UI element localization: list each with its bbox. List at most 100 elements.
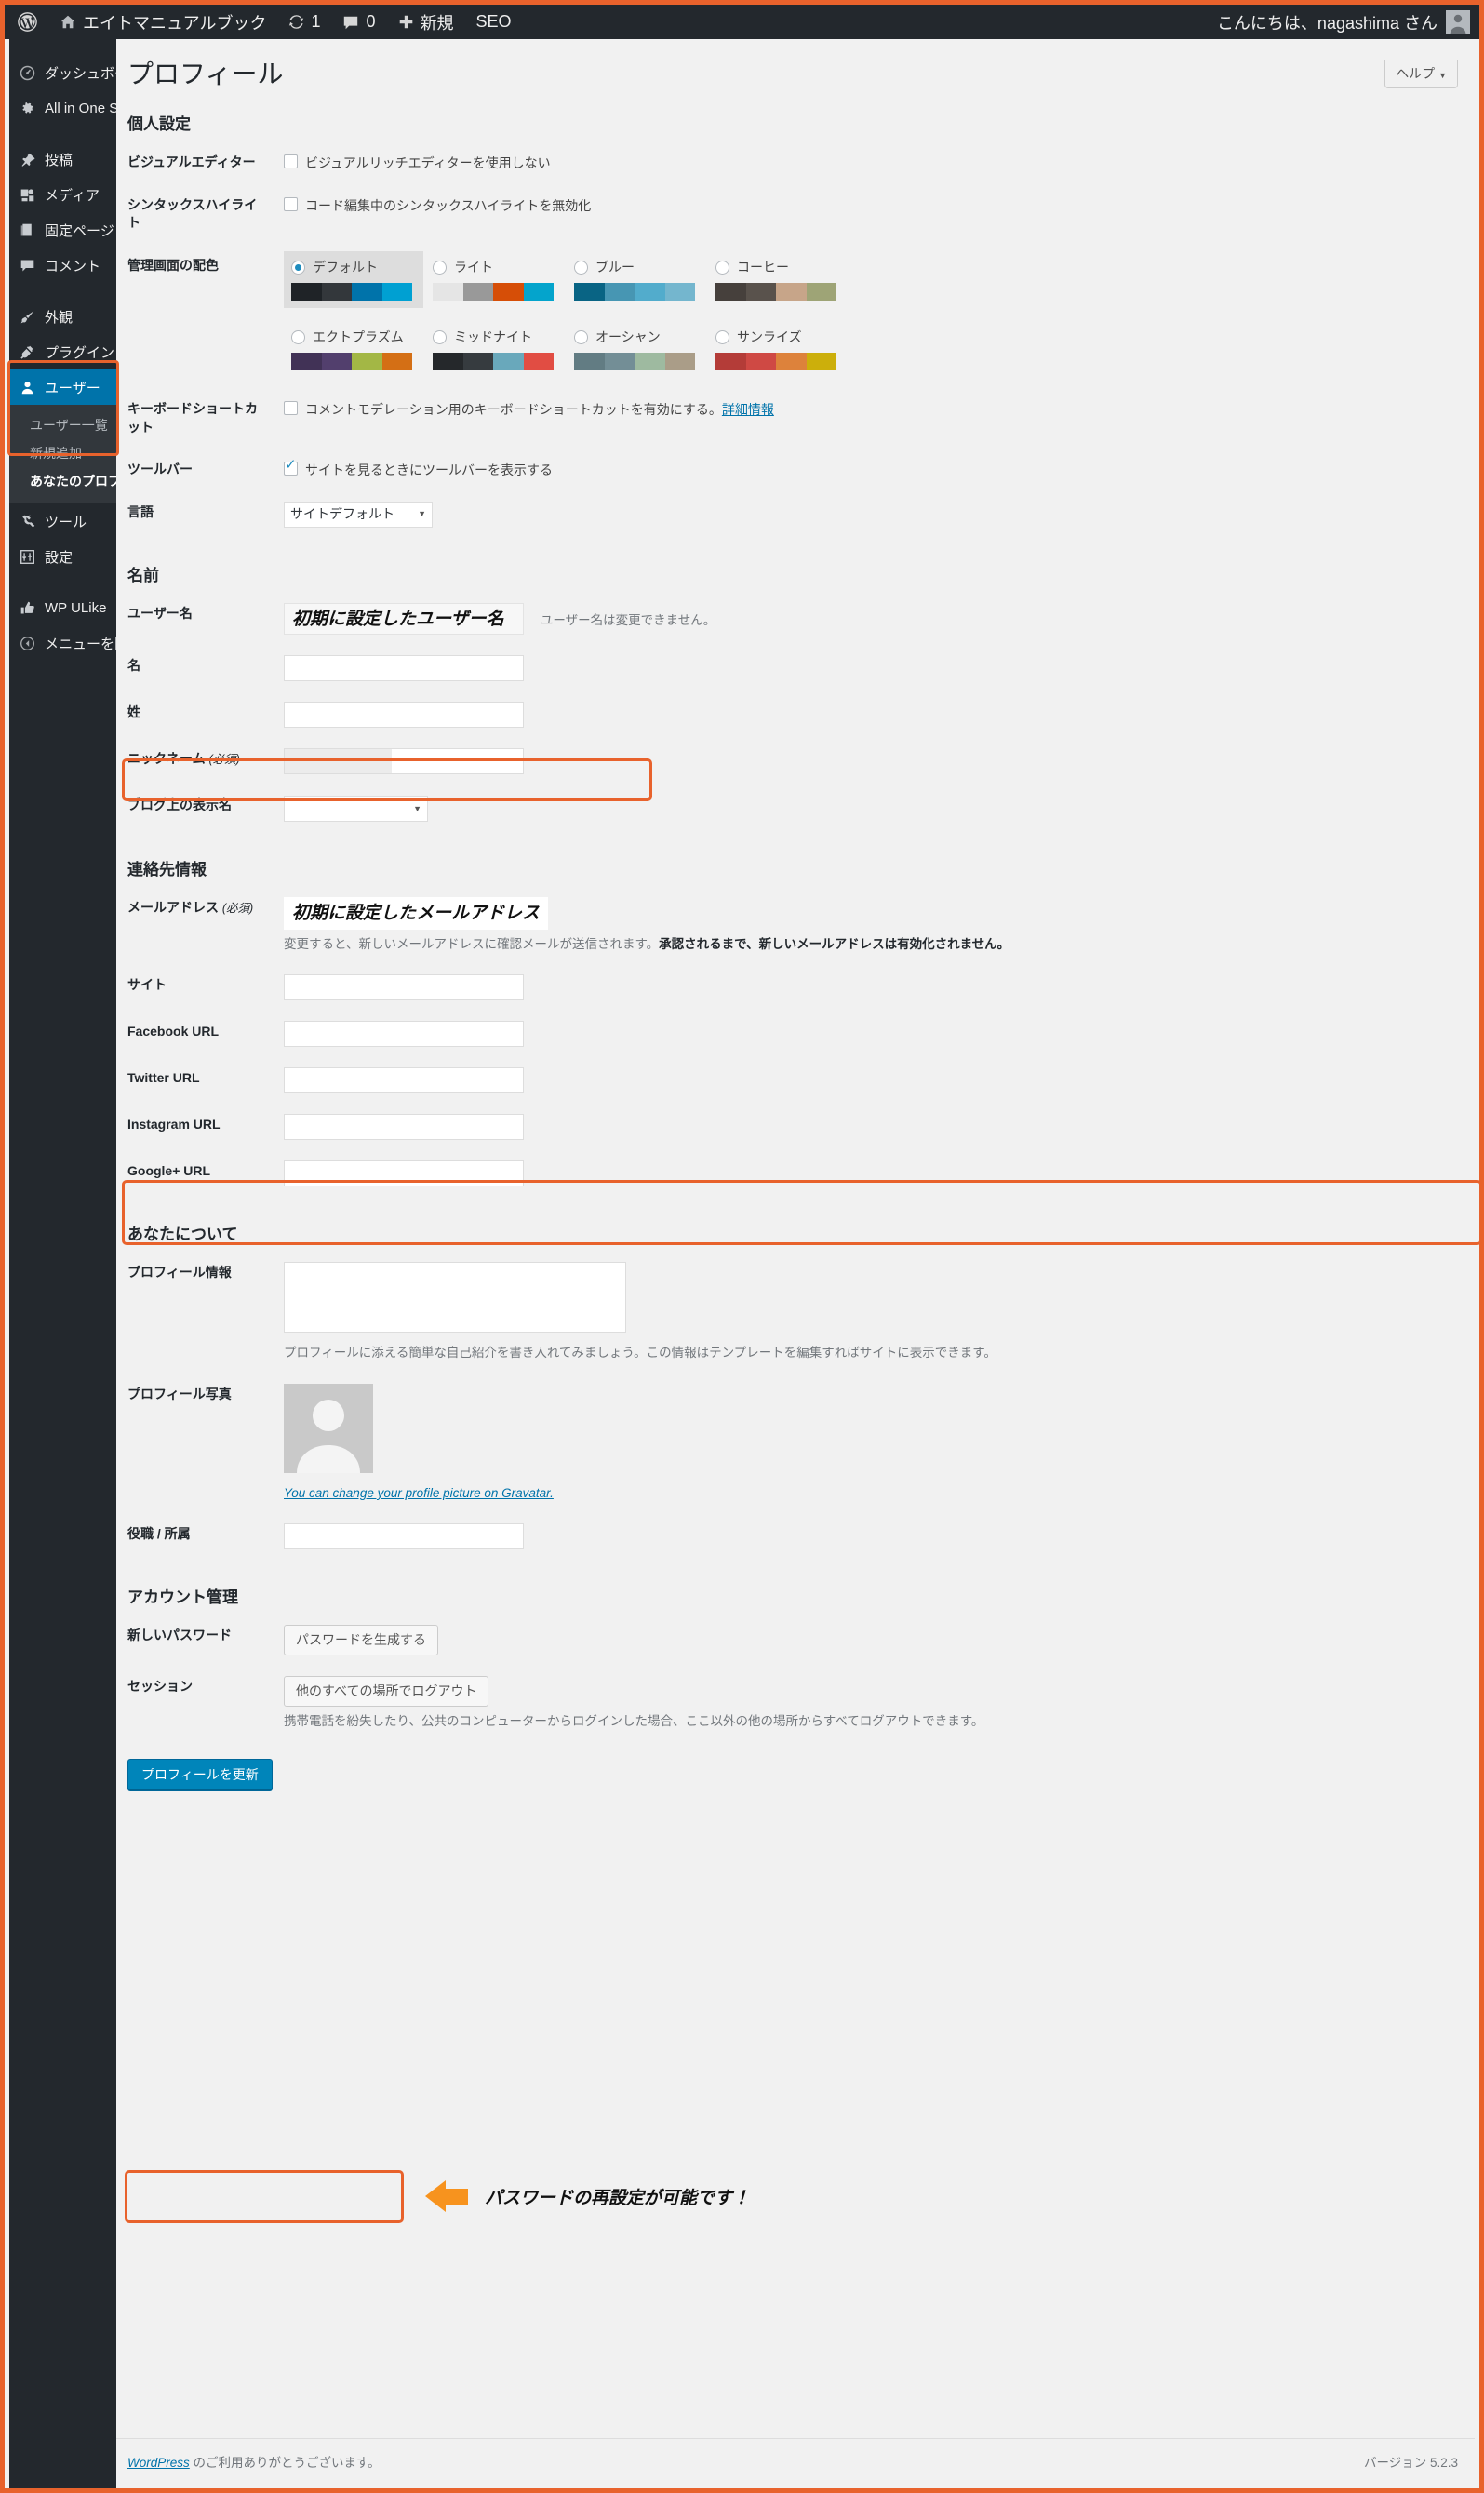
wp-logo-menu[interactable]	[5, 5, 48, 39]
sidebar-item-your-profile[interactable]: あなたのプロフィール	[9, 467, 160, 495]
color-scheme-midnight[interactable]: ミッドナイト	[425, 321, 565, 378]
color-scheme-radio[interactable]	[433, 260, 447, 275]
sidebar-label: 固定ページ	[45, 222, 114, 239]
label-username: ユーザー名	[127, 605, 193, 621]
row-instagram: Instagram URL	[116, 1104, 1475, 1150]
sidebar-item-comments[interactable]: コメント	[9, 248, 116, 283]
language-select[interactable]: サイトデフォルト ▼	[284, 501, 433, 528]
color-scheme-swatches	[574, 282, 695, 301]
menu-separator-3	[9, 574, 116, 590]
color-scheme-coffee[interactable]: コーヒー	[708, 251, 848, 308]
row-website: サイト	[116, 964, 1475, 1011]
color-scheme-ectoplasm[interactable]: エクトプラズム	[284, 321, 423, 378]
section-account-management: アカウント管理	[127, 1588, 238, 1607]
visual-editor-checkbox-label: ビジュアルリッチエディターを使用しない	[305, 155, 551, 171]
sidebar-item-appearance[interactable]: 外観	[9, 299, 116, 334]
nickname-input[interactable]	[284, 748, 524, 775]
last-name-input[interactable]	[284, 702, 524, 729]
keyboard-shortcuts-checkbox[interactable]	[284, 400, 298, 415]
color-scheme-light[interactable]: ライト	[425, 251, 565, 308]
label-keyboard-shortcuts: キーボードショートカット	[127, 400, 258, 435]
toolbar-checkbox[interactable]	[284, 458, 298, 476]
collapse-icon	[18, 636, 36, 651]
color-scheme-label: エクトプラズム	[313, 328, 404, 344]
color-scheme-ocean[interactable]: オーシャン	[567, 321, 706, 378]
updates-menu[interactable]: 1	[277, 5, 331, 39]
visual-editor-checkbox[interactable]	[284, 154, 298, 169]
help-tab-button[interactable]: ヘルプ ▼	[1384, 60, 1458, 88]
color-scheme-blue[interactable]: ブルー	[567, 251, 706, 308]
users-submenu: ユーザー一覧 新規追加 あなたのプロフィール	[9, 405, 160, 503]
update-profile-button[interactable]: プロフィールを更新	[127, 1758, 273, 1790]
color-scheme-radio[interactable]	[291, 260, 305, 275]
site-name-menu[interactable]: エイトマニュアルブック	[48, 5, 277, 39]
submit-area: プロフィールを更新	[116, 1742, 1475, 1790]
googleplus-url-input[interactable]	[284, 1160, 524, 1187]
label-language: 言語	[127, 503, 154, 519]
sidebar-label: 外観	[45, 309, 74, 326]
job-title-input[interactable]	[284, 1523, 524, 1550]
gravatar-change-link[interactable]: You can change your profile picture on G…	[284, 1484, 1465, 1503]
seo-menu[interactable]: SEO	[465, 5, 523, 39]
color-scheme-swatches	[433, 352, 554, 370]
sidebar-item-posts[interactable]: 投稿	[9, 141, 116, 177]
sidebar-item-settings[interactable]: 設定	[9, 539, 116, 574]
row-job-title: 役職 / 所属	[116, 1513, 1475, 1560]
first-name-input[interactable]	[284, 655, 524, 682]
account-menu[interactable]: こんにちは、nagashima さん	[1217, 9, 1479, 34]
syntax-highlight-checkbox-row[interactable]: コード編集中のシンタックスハイライトを無効化	[284, 194, 1465, 216]
syntax-highlight-checkbox[interactable]	[284, 196, 298, 211]
twitter-url-input[interactable]	[284, 1067, 524, 1094]
row-syntax-highlighting: シンタックスハイライト コード編集中のシンタックスハイライトを無効化	[116, 184, 1475, 245]
color-scheme-radio[interactable]	[715, 260, 729, 275]
name-table: ユーザー名 初期に設定したユーザー名 ユーザー名は変更できません。 名 姓 ニッ…	[116, 593, 1475, 833]
wordpress-link[interactable]: WordPress	[127, 2456, 190, 2470]
color-scheme-radio[interactable]	[574, 260, 588, 275]
facebook-url-input[interactable]	[284, 1021, 524, 1048]
row-googleplus: Google+ URL	[116, 1150, 1475, 1197]
color-scheme-radio[interactable]	[715, 329, 729, 344]
email-required-marker: (必須)	[221, 902, 254, 916]
generate-password-button[interactable]: パスワードを生成する	[284, 1625, 438, 1656]
color-scheme-radio[interactable]	[291, 329, 305, 344]
keyboard-shortcuts-more-link[interactable]: 詳細情報	[722, 402, 774, 417]
comments-menu[interactable]: 0	[331, 5, 386, 39]
color-scheme-swatches	[433, 282, 554, 301]
brush-icon	[18, 309, 36, 325]
display-name-select[interactable]: ▼	[284, 796, 428, 823]
color-scheme-sunrise[interactable]: サンライズ	[708, 321, 848, 378]
sidebar-item-collapse-menu[interactable]: メニューを閉じる	[9, 625, 156, 661]
sidebar-item-tools[interactable]: ツール	[9, 503, 116, 539]
sidebar-item-users[interactable]: ユーザー	[9, 369, 116, 405]
sidebar-item-pages[interactable]: 固定ページ	[9, 212, 116, 248]
sidebar-label: ツール	[45, 514, 87, 530]
new-content-menu[interactable]: 新規	[387, 5, 465, 39]
sidebar-item-plugins[interactable]: プラグイン 1	[9, 334, 145, 369]
sidebar-item-all-in-one-seo[interactable]: All in One SEO	[9, 90, 139, 126]
sidebar-item-all-users[interactable]: ユーザー一覧	[9, 411, 116, 439]
visual-editor-checkbox-row[interactable]: ビジュアルリッチエディターを使用しない	[284, 152, 1465, 173]
website-input[interactable]	[284, 974, 524, 1001]
instagram-url-input[interactable]	[284, 1114, 524, 1141]
biography-textarea[interactable]	[284, 1262, 626, 1334]
row-first-name: 名	[116, 645, 1475, 691]
label-biography: プロフィール情報	[127, 1265, 232, 1280]
row-biography: プロフィール情報 プロフィールに添える簡単な自己紹介を書き入れてみましょう。この…	[116, 1252, 1475, 1374]
username-hint: ユーザー名は変更できません。	[540, 612, 716, 627]
sidebar-label: プラグイン	[45, 344, 115, 361]
main-content: ヘルプ ▼ プロフィール 個人設定 ビジュアルエディター ビジュアルリッチエディ…	[116, 39, 1475, 2484]
toolbar-checkbox-row[interactable]: サイトを見るときにツールバーを表示する	[284, 458, 1465, 480]
color-scheme-radio[interactable]	[574, 329, 588, 344]
sidebar-item-media[interactable]: メディア	[9, 177, 116, 212]
section-contact-info: 連絡先情報	[127, 861, 207, 879]
keyboard-shortcuts-row[interactable]: コメントモデレーション用のキーボードショートカットを有効にする。詳細情報	[284, 398, 1465, 420]
color-scheme-default[interactable]: デフォルト	[284, 250, 423, 308]
nickname-required-marker: (必須)	[208, 753, 240, 767]
logout-everywhere-button[interactable]: 他のすべての場所でログアウト	[284, 1676, 489, 1708]
wordpress-logo-icon	[18, 12, 37, 32]
sidebar-item-dashboard[interactable]: ダッシュボード	[9, 55, 142, 90]
color-scheme-radio[interactable]	[433, 329, 447, 344]
sidebar-item-add-new-user[interactable]: 新規追加	[9, 439, 116, 467]
sidebar-item-wp-ulike[interactable]: WP ULike 1	[9, 590, 137, 625]
sidebar-label: WP ULike	[45, 599, 107, 616]
